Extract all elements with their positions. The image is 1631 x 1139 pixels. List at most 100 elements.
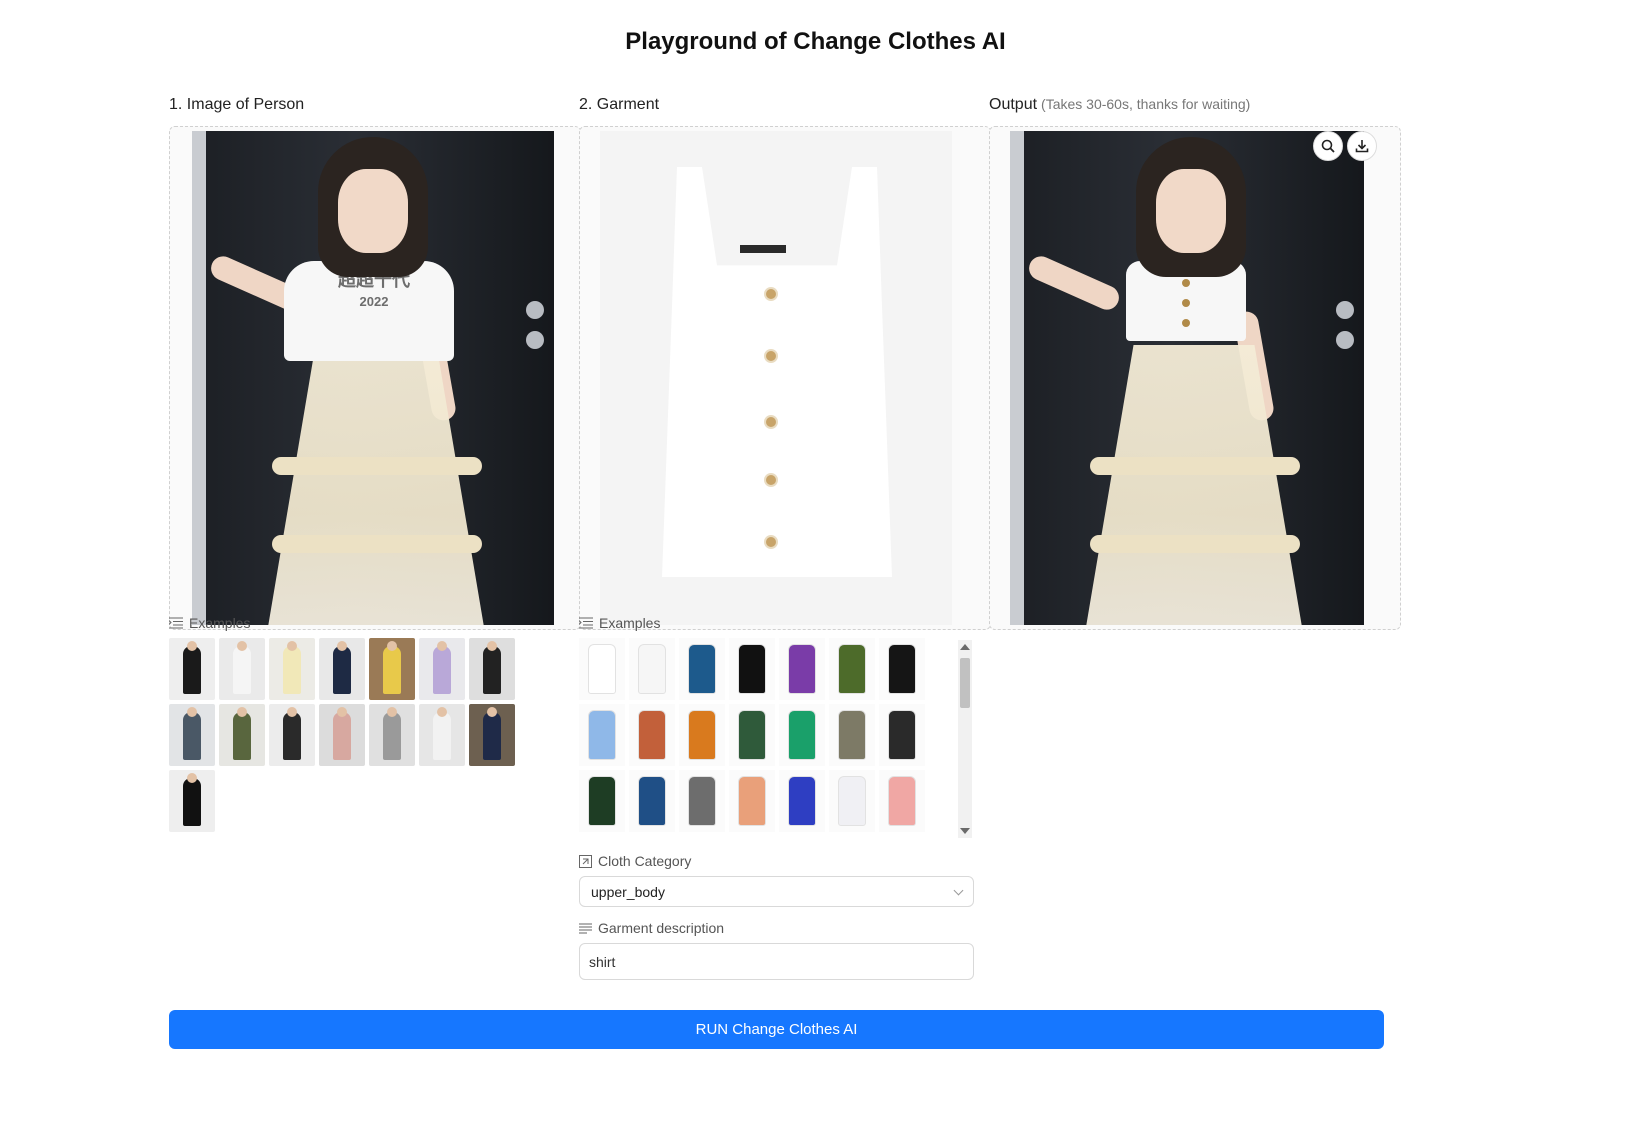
person-head (287, 707, 297, 717)
person-head (337, 641, 347, 651)
person-example-thumbnail[interactable] (219, 704, 265, 766)
garment-description-text: Garment description (598, 920, 725, 936)
person-figure (383, 646, 401, 694)
person-head (387, 707, 397, 717)
garment-shape (788, 710, 816, 760)
cloth-category-select[interactable]: upper_body (579, 876, 974, 907)
person-figure (233, 712, 251, 760)
person-example-thumbnail[interactable] (269, 638, 315, 700)
garment-example-thumbnail[interactable] (629, 638, 675, 700)
person-figure (283, 712, 301, 760)
garment-example-thumbnail[interactable] (829, 770, 875, 832)
person-figure (383, 712, 401, 760)
garment-shape (588, 776, 616, 826)
person-head (187, 773, 197, 783)
list-icon (579, 617, 593, 629)
garment-example-thumbnail[interactable] (779, 638, 825, 700)
output-label: Output (989, 96, 1038, 113)
garment-shape (738, 644, 766, 694)
scroll-down-arrow-icon[interactable] (960, 828, 970, 834)
person-example-thumbnail[interactable] (169, 770, 215, 832)
garment-shape (838, 644, 866, 694)
person-figure (433, 646, 451, 694)
person-figure (183, 712, 201, 760)
person-photo: 超超十代 2022 (192, 131, 554, 625)
person-head (387, 641, 397, 651)
garment-examples-scroll-area[interactable] (579, 638, 959, 838)
garment-example-thumbnail[interactable] (779, 770, 825, 832)
garment-example-thumbnail[interactable] (579, 704, 625, 766)
chevron-down-icon (953, 885, 964, 895)
cloth-category-text: Cloth Category (598, 853, 692, 869)
garment-shape (888, 710, 916, 760)
garment-shape (838, 776, 866, 826)
garment-shape (888, 644, 916, 694)
garment-example-thumbnail[interactable] (829, 638, 875, 700)
download-button[interactable] (1347, 131, 1377, 161)
person-example-thumbnail[interactable] (469, 704, 515, 766)
person-example-thumbnail[interactable] (419, 638, 465, 700)
person-example-thumbnail[interactable] (269, 704, 315, 766)
scroll-thumb[interactable] (960, 658, 970, 708)
garment-column-label: 2. Garment (579, 96, 660, 113)
magnifier-icon (1321, 139, 1335, 153)
person-example-thumbnail[interactable] (469, 638, 515, 700)
person-figure (283, 646, 301, 694)
person-head (437, 641, 447, 651)
garment-image-panel[interactable] (579, 126, 991, 630)
select-icon (579, 854, 592, 868)
person-example-thumbnail[interactable] (219, 638, 265, 700)
garment-example-thumbnail[interactable] (729, 704, 775, 766)
garment-example-thumbnail[interactable] (579, 638, 625, 700)
person-head (237, 707, 247, 717)
garment-example-thumbnail[interactable] (879, 770, 925, 832)
person-example-thumbnail[interactable] (369, 704, 415, 766)
output-hint: (Takes 30-60s, thanks for waiting) (1041, 96, 1251, 112)
person-example-thumbnail[interactable] (369, 638, 415, 700)
scroll-up-arrow-icon[interactable] (960, 644, 970, 650)
garment-shape (588, 644, 616, 694)
person-figure (433, 712, 451, 760)
garment-shape (838, 710, 866, 760)
garment-example-thumbnail[interactable] (679, 704, 725, 766)
output-column-label: Output (Takes 30-60s, thanks for waiting) (989, 96, 1250, 114)
garment-shape (738, 710, 766, 760)
person-image-panel[interactable]: 超超十代 2022 (169, 126, 581, 630)
person-head (487, 707, 497, 717)
person-examples-grid (169, 638, 515, 832)
run-button[interactable]: RUN Change Clothes AI (169, 1010, 1384, 1049)
garment-shape (688, 644, 716, 694)
garment-example-thumbnail[interactable] (779, 704, 825, 766)
garment-example-thumbnail[interactable] (879, 704, 925, 766)
page-title: Playground of Change Clothes AI (625, 28, 1006, 55)
cloth-category-value: upper_body (591, 883, 665, 900)
person-example-thumbnail[interactable] (169, 704, 215, 766)
person-example-thumbnail[interactable] (419, 704, 465, 766)
zoom-button[interactable] (1313, 131, 1343, 161)
garment-description-input[interactable]: shirt (579, 943, 974, 980)
garment-photo (600, 131, 952, 625)
garment-example-thumbnail[interactable] (829, 704, 875, 766)
garment-example-thumbnail[interactable] (679, 638, 725, 700)
garment-shape (588, 710, 616, 760)
garment-shape (688, 710, 716, 760)
person-example-thumbnail[interactable] (319, 704, 365, 766)
garment-examples-text: Examples (599, 615, 661, 631)
person-column-label: 1. Image of Person (169, 96, 305, 113)
garment-example-thumbnail[interactable] (729, 770, 775, 832)
garment-example-thumbnail[interactable] (879, 638, 925, 700)
garment-example-thumbnail[interactable] (629, 704, 675, 766)
download-icon (1355, 140, 1369, 153)
person-example-thumbnail[interactable] (319, 638, 365, 700)
list-icon (169, 617, 183, 629)
garment-examples-label: Examples (579, 615, 660, 631)
garment-example-thumbnail[interactable] (629, 770, 675, 832)
person-figure (183, 646, 201, 694)
garment-example-thumbnail[interactable] (729, 638, 775, 700)
garment-description-label: Garment description (579, 920, 724, 936)
garment-example-thumbnail[interactable] (579, 770, 625, 832)
garment-examples-scrollbar[interactable] (958, 640, 972, 838)
person-example-thumbnail[interactable] (169, 638, 215, 700)
garment-example-thumbnail[interactable] (679, 770, 725, 832)
garment-shape (738, 776, 766, 826)
